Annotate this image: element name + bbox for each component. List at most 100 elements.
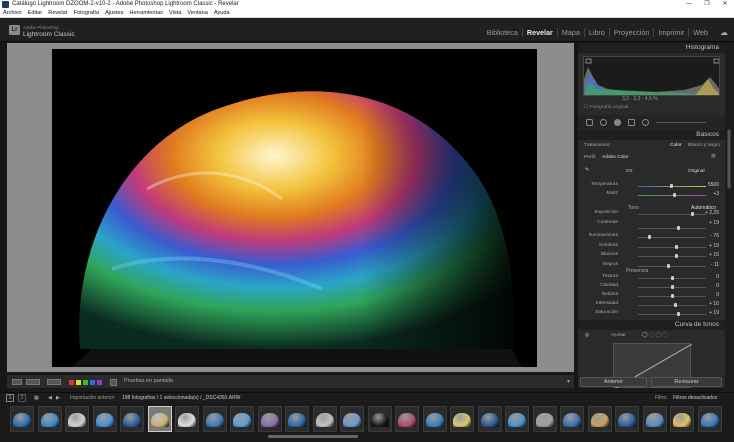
filmstrip-thumbnail[interactable] <box>285 406 309 432</box>
menu-ajustes[interactable]: Ajustes <box>102 9 126 17</box>
filmstrip-thumbnail[interactable] <box>10 406 34 432</box>
presence-value[interactable]: 0 <box>703 283 719 289</box>
module-mapa[interactable]: Mapa <box>556 28 584 37</box>
color-label-green-icon[interactable] <box>83 380 88 385</box>
module-proyeccion[interactable]: Proyección <box>608 28 654 37</box>
tone-slider[interactable] <box>638 244 706 249</box>
filmstrip-thumbnail[interactable] <box>477 406 502 432</box>
histogram-header[interactable]: Histograma <box>578 43 725 53</box>
tint-value[interactable]: +3 <box>703 191 719 197</box>
filmstrip-thumbnail[interactable] <box>642 406 667 432</box>
minimize-button[interactable]: — <box>680 0 698 9</box>
before-after-icon[interactable] <box>26 379 40 385</box>
tone-slider-knob[interactable] <box>675 254 678 258</box>
filmstrip-thumbnail[interactable] <box>367 406 392 432</box>
page-1-button[interactable]: 1 <box>6 394 14 402</box>
panel-scrollbar[interactable] <box>725 43 734 399</box>
previous-button[interactable]: Anterior <box>580 377 647 387</box>
radial-filter-icon[interactable] <box>642 119 649 126</box>
tone-value[interactable]: + 19 <box>703 220 719 226</box>
filmstrip-thumbnail[interactable] <box>532 406 557 432</box>
tone-value[interactable]: + 15 <box>703 252 719 258</box>
panel-scrollbar-thumb[interactable] <box>727 129 731 189</box>
filmstrip-thumbnail[interactable] <box>120 406 144 432</box>
temperature-value[interactable]: 5500 <box>703 182 719 188</box>
crop-tool-icon[interactable] <box>586 119 593 126</box>
menu-ayuda[interactable]: Ayuda <box>211 9 233 17</box>
left-panel-toggle[interactable] <box>0 43 7 399</box>
presence-slider[interactable] <box>638 303 706 307</box>
presence-slider-knob[interactable] <box>671 294 674 298</box>
photo-preview[interactable] <box>52 49 537 367</box>
module-revelar[interactable]: Revelar <box>521 28 557 37</box>
module-biblioteca[interactable]: Biblioteca <box>483 28 522 37</box>
tone-slider-knob[interactable] <box>691 212 694 216</box>
module-libro[interactable]: Libro <box>583 28 609 37</box>
filmstrip-thumbnail[interactable] <box>312 406 337 432</box>
wb-dropdown[interactable]: Original <box>688 169 705 174</box>
presence-value[interactable]: 0 <box>703 274 719 280</box>
filmstrip-thumbnail[interactable] <box>615 406 639 432</box>
module-web[interactable]: Web <box>688 28 712 37</box>
filmstrip-thumbnail[interactable] <box>92 406 117 432</box>
curve-target-icon[interactable]: ◎ <box>585 333 589 338</box>
presence-slider[interactable] <box>638 312 706 316</box>
close-button[interactable]: ✕ <box>716 0 734 9</box>
filmstrip-thumbnail[interactable] <box>175 406 199 432</box>
tone-value[interactable]: - 11 <box>703 262 719 268</box>
tone-value[interactable]: - 76 <box>703 233 719 239</box>
graduated-filter-icon[interactable] <box>628 119 635 126</box>
filmstrip-thumbnail[interactable] <box>202 406 227 432</box>
filmstrip-thumbnail[interactable] <box>230 406 254 432</box>
presence-slider[interactable] <box>638 276 706 280</box>
presence-value[interactable]: + 10 <box>703 301 719 307</box>
tone-value[interactable]: + 15 <box>703 243 719 249</box>
color-label-red-icon[interactable] <box>69 380 74 385</box>
toolbar-menu-icon[interactable]: ▾ <box>567 378 570 385</box>
color-label-blue-icon[interactable] <box>90 380 95 385</box>
reset-button[interactable]: Restaurar <box>651 377 722 387</box>
treatment-color-option[interactable]: Color <box>670 143 681 148</box>
red-eye-icon[interactable] <box>614 119 621 126</box>
spot-removal-icon[interactable] <box>600 119 607 126</box>
menu-vista[interactable]: Vista <box>166 9 184 17</box>
soft-proof-checkbox[interactable] <box>110 379 117 386</box>
filmstrip-thumbnail[interactable] <box>670 406 694 432</box>
tone-slider[interactable] <box>638 263 706 268</box>
tone-slider[interactable] <box>638 225 706 230</box>
tone-slider-knob[interactable] <box>677 225 680 230</box>
basic-header[interactable]: Básicos <box>578 130 725 140</box>
maximize-button[interactable]: ❐ <box>698 0 716 9</box>
tone-slider-knob[interactable] <box>667 263 670 268</box>
color-label-purple-icon[interactable] <box>97 380 102 385</box>
cloud-sync-icon[interactable]: ☁ <box>720 28 728 37</box>
tone-slider[interactable] <box>638 235 706 239</box>
presence-value[interactable]: 0 <box>703 292 719 298</box>
menu-fotografia[interactable]: Fotografía <box>71 9 103 17</box>
filmstrip-thumbnail[interactable] <box>65 406 89 432</box>
presence-value[interactable]: + 19 <box>703 310 719 316</box>
tone-value[interactable]: + 2,25 <box>703 210 719 216</box>
profile-dropdown[interactable]: Adobe Color <box>602 155 629 160</box>
tone-curve-header[interactable]: Curva de tonos <box>578 320 725 330</box>
tint-slider[interactable] <box>638 193 706 197</box>
wb-eyedropper-icon[interactable]: ✎ <box>585 168 589 173</box>
loupe-view-icon[interactable] <box>12 379 22 385</box>
menu-archivo[interactable]: Archivo <box>0 9 25 17</box>
temperature-slider[interactable] <box>638 184 706 188</box>
filmstrip-thumbnail[interactable] <box>37 406 62 432</box>
filmstrip-thumbnail[interactable] <box>147 406 172 432</box>
menu-ventana[interactable]: Ventana <box>184 9 211 17</box>
menu-revelar[interactable]: Revelar <box>45 9 70 17</box>
curve-channel-selector[interactable]: ◯ ◯ ◯ ◯ <box>642 333 668 338</box>
page-2-button[interactable]: 2 <box>18 394 26 402</box>
filmstrip-thumbnail[interactable] <box>395 406 419 432</box>
tone-slider-knob[interactable] <box>675 244 678 249</box>
filmstrip-thumbnail[interactable] <box>505 406 529 432</box>
filmstrip-thumbnail[interactable] <box>257 406 282 432</box>
tone-slider[interactable] <box>638 254 706 258</box>
menu-editar[interactable]: Editar <box>25 9 46 17</box>
presence-slider[interactable] <box>638 285 706 289</box>
filmstrip-thumbnail[interactable] <box>450 406 474 432</box>
menu-herramientas[interactable]: Herramientas <box>126 9 166 17</box>
